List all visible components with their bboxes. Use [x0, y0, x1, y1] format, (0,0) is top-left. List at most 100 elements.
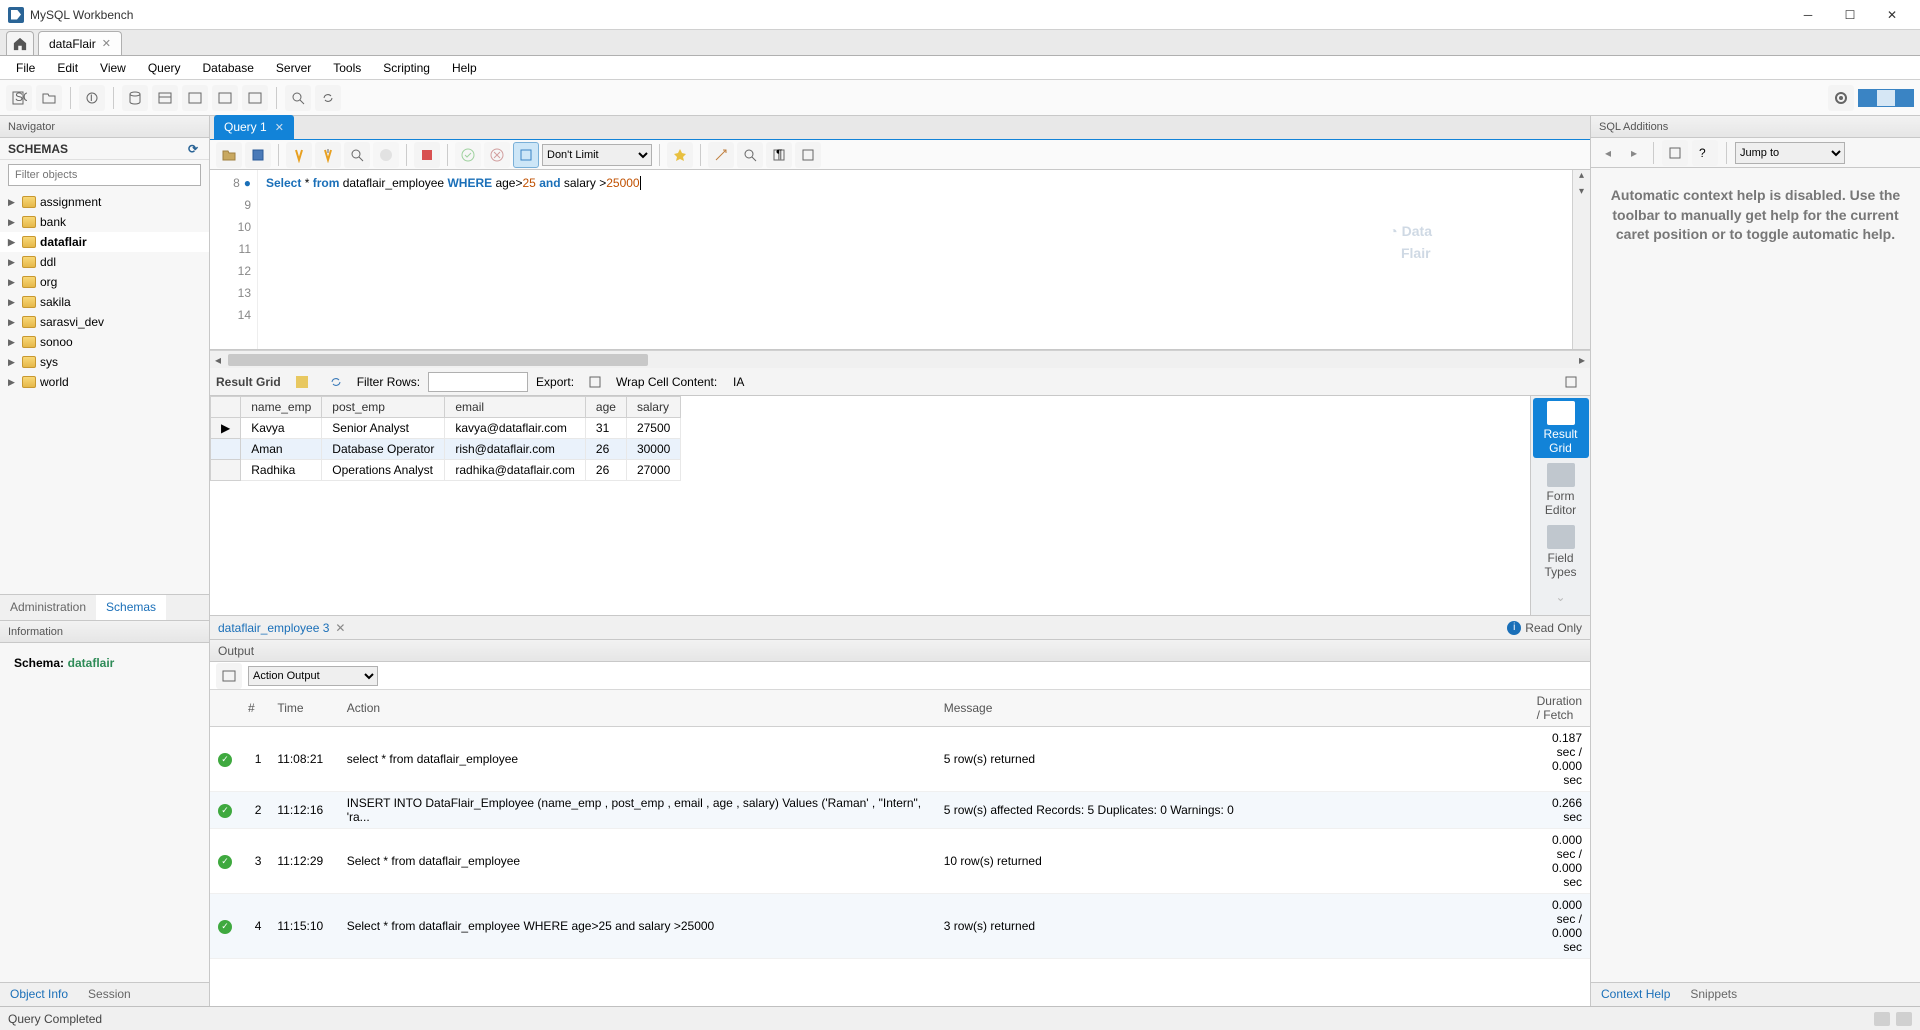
create-table-button[interactable] — [152, 85, 178, 111]
help-forward-button[interactable]: ▸ — [1623, 142, 1645, 164]
expand-icon[interactable]: ▶ — [8, 377, 18, 388]
export-button[interactable] — [582, 369, 608, 395]
menu-help[interactable]: Help — [442, 58, 487, 78]
auto-help-button[interactable] — [1662, 140, 1688, 166]
filter-objects-input[interactable] — [8, 164, 201, 186]
scroll-down-icon[interactable]: ⌄ — [1555, 590, 1565, 604]
create-procedure-button[interactable] — [212, 85, 238, 111]
expand-icon[interactable]: ▶ — [8, 357, 18, 368]
manual-help-button[interactable]: ? — [1692, 140, 1718, 166]
menu-database[interactable]: Database — [193, 58, 264, 78]
settings-button[interactable] — [1828, 85, 1854, 111]
left-panel-toggle[interactable] — [1859, 90, 1877, 106]
schema-node-ddl[interactable]: ▶ddl — [0, 252, 209, 272]
menu-view[interactable]: View — [90, 58, 136, 78]
execute-button[interactable] — [286, 142, 312, 168]
close-tab-icon[interactable]: ✕ — [102, 37, 111, 50]
editor-hscrollbar[interactable]: ◂▸ — [210, 350, 1590, 368]
schema-node-sys[interactable]: ▶sys — [0, 352, 209, 372]
result-row[interactable]: RadhikaOperations Analystradhika@datafla… — [211, 460, 681, 481]
open-file-button[interactable] — [216, 142, 242, 168]
schema-node-world[interactable]: ▶world — [0, 372, 209, 392]
snippets-button[interactable] — [795, 142, 821, 168]
reconnect-button[interactable] — [315, 85, 341, 111]
open-sql-file-button[interactable] — [36, 85, 62, 111]
expand-icon[interactable]: ▶ — [8, 217, 18, 228]
schema-tree[interactable]: ▶assignment▶bank▶dataflair▶ddl▶org▶sakil… — [0, 190, 209, 594]
output-type-select[interactable]: Action Output — [248, 666, 378, 686]
new-sql-tab-button[interactable]: SQL — [6, 85, 32, 111]
expand-icon[interactable]: ▶ — [8, 337, 18, 348]
find-button[interactable] — [708, 142, 734, 168]
menu-query[interactable]: Query — [138, 58, 191, 78]
wrap-cell-button[interactable]: IA — [725, 369, 751, 395]
search-table-data-button[interactable] — [285, 85, 311, 111]
session-tab[interactable]: Session — [78, 983, 141, 1006]
menu-edit[interactable]: Edit — [47, 58, 88, 78]
close-result-tab-icon[interactable]: ✕ — [335, 621, 345, 635]
stop-button[interactable] — [373, 142, 399, 168]
help-back-button[interactable]: ◂ — [1597, 142, 1619, 164]
context-help-tab[interactable]: Context Help — [1591, 983, 1680, 1006]
jump-to-select[interactable]: Jump to — [1735, 142, 1845, 164]
expand-icon[interactable]: ▶ — [8, 237, 18, 248]
minimize-button[interactable]: ─ — [1788, 2, 1828, 28]
toggle-autocommit-button[interactable] — [414, 142, 440, 168]
result-tab[interactable]: dataflair_employee 3✕ — [218, 621, 345, 635]
refresh-result-button[interactable] — [323, 369, 349, 395]
result-grid[interactable]: name_emppost_empemailagesalary▶KavyaSeni… — [210, 396, 1530, 615]
menu-server[interactable]: Server — [266, 58, 321, 78]
administration-tab[interactable]: Administration — [0, 595, 96, 620]
panel-switcher[interactable] — [1858, 89, 1914, 107]
schemas-tab[interactable]: Schemas — [96, 595, 166, 620]
close-button[interactable]: ✕ — [1872, 2, 1912, 28]
inspector-button[interactable]: i — [79, 85, 105, 111]
commit-button[interactable] — [455, 142, 481, 168]
schema-node-org[interactable]: ▶org — [0, 272, 209, 292]
menu-tools[interactable]: Tools — [323, 58, 371, 78]
bottom-panel-toggle[interactable] — [1877, 90, 1895, 106]
output-view-button[interactable] — [216, 663, 242, 689]
expand-icon[interactable]: ▶ — [8, 277, 18, 288]
limit-rows-select[interactable]: Don't Limit — [542, 144, 652, 166]
form-editor-view-button[interactable]: Form Editor — [1533, 460, 1589, 520]
output-row[interactable]: ✓311:12:29Select * from dataflair_employ… — [210, 829, 1590, 894]
field-types-view-button[interactable]: Field Types — [1533, 522, 1589, 582]
object-info-tab[interactable]: Object Info — [0, 983, 78, 1006]
expand-icon[interactable]: ▶ — [8, 197, 18, 208]
rollback-button[interactable] — [484, 142, 510, 168]
filter-rows-input[interactable] — [428, 372, 528, 392]
schema-node-bank[interactable]: ▶bank — [0, 212, 209, 232]
close-query-tab-icon[interactable]: ✕ — [275, 121, 284, 134]
action-output-table[interactable]: #TimeActionMessageDuration / Fetch✓111:0… — [210, 690, 1590, 1006]
create-view-button[interactable] — [182, 85, 208, 111]
toggle-limit-button[interactable] — [513, 142, 539, 168]
result-grid-icon[interactable] — [289, 369, 315, 395]
right-panel-toggle[interactable] — [1895, 90, 1913, 106]
connection-tab[interactable]: dataFlair ✕ — [38, 31, 122, 55]
result-row[interactable]: AmanDatabase Operatorrish@dataflair.com2… — [211, 439, 681, 460]
schema-node-assignment[interactable]: ▶assignment — [0, 192, 209, 212]
refresh-schemas-icon[interactable]: ⟳ — [185, 142, 201, 156]
create-function-button[interactable] — [242, 85, 268, 111]
snippets-tab[interactable]: Snippets — [1680, 983, 1747, 1006]
explain-button[interactable] — [344, 142, 370, 168]
toggle-invisible-button[interactable] — [737, 142, 763, 168]
execute-current-button[interactable] — [315, 142, 341, 168]
editor-vscrollbar[interactable]: ▴▾ — [1572, 170, 1590, 349]
schema-node-sarasvi_dev[interactable]: ▶sarasvi_dev — [0, 312, 209, 332]
menu-scripting[interactable]: Scripting — [373, 58, 440, 78]
sql-editor[interactable]: 891011121314 Select * from dataflair_emp… — [210, 170, 1590, 350]
expand-icon[interactable]: ▶ — [8, 257, 18, 268]
schema-node-sakila[interactable]: ▶sakila — [0, 292, 209, 312]
pin-result-button[interactable] — [1558, 369, 1584, 395]
create-schema-button[interactable] — [122, 85, 148, 111]
beautify-button[interactable] — [667, 142, 693, 168]
output-row[interactable]: ✓211:12:16INSERT INTO DataFlair_Employee… — [210, 792, 1590, 829]
expand-icon[interactable]: ▶ — [8, 317, 18, 328]
save-file-button[interactable] — [245, 142, 271, 168]
menu-file[interactable]: File — [6, 58, 45, 78]
output-row[interactable]: ✓411:15:10Select * from dataflair_employ… — [210, 894, 1590, 959]
result-grid-view-button[interactable]: Result Grid — [1533, 398, 1589, 458]
toggle-wrap-button[interactable]: ¶ — [766, 142, 792, 168]
